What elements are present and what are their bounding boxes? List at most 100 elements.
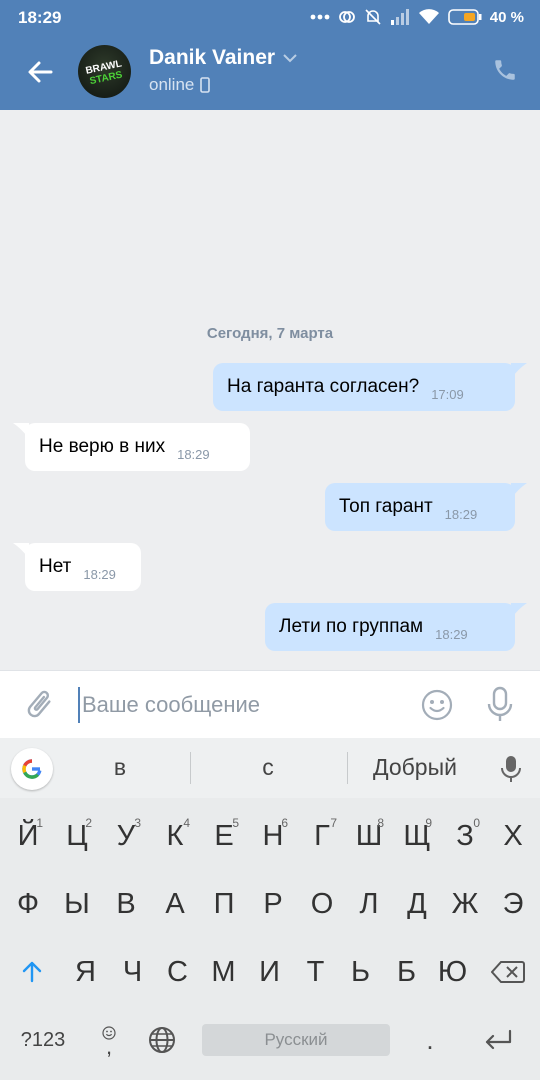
voice-record-button[interactable] [485, 686, 519, 724]
bubble-tail [511, 363, 527, 379]
shift-key[interactable] [4, 944, 60, 1000]
bubble-tail [13, 423, 29, 439]
key-hint: 9 [425, 816, 432, 830]
key-Ф[interactable]: Ф [4, 876, 52, 932]
key-З[interactable]: З0 [441, 808, 489, 864]
suggestion-3[interactable]: Добрый [360, 754, 470, 781]
date-separator: Сегодня, 7 марта [206, 325, 334, 342]
key-И[interactable]: И [246, 944, 293, 1000]
key-Й[interactable]: Й1 [4, 808, 52, 864]
emoji-button[interactable] [420, 688, 456, 724]
key-Ц[interactable]: Ц2 [53, 808, 101, 864]
status-bar: 18:29 40 % [0, 0, 540, 34]
key-П[interactable]: П [200, 876, 248, 932]
message-time: 18:29 [435, 626, 468, 642]
key-Л[interactable]: Л [345, 876, 393, 932]
key-hint: 7 [330, 816, 337, 830]
key-Н[interactable]: Н6 [249, 808, 297, 864]
key-Э[interactable]: Э [489, 876, 537, 932]
emoji-comma-key[interactable]: , [86, 1012, 132, 1068]
key-Я[interactable]: Я [62, 944, 109, 1000]
key-Ж[interactable]: Ж [441, 876, 489, 932]
google-icon[interactable] [11, 748, 53, 790]
globe-icon [149, 1027, 175, 1053]
key-hint: 5 [232, 816, 239, 830]
period-key[interactable]: . [408, 1012, 452, 1068]
contact-status-row: online [149, 75, 211, 95]
key-Ь[interactable]: Ь [337, 944, 384, 1000]
status-time: 18:29 [18, 8, 62, 27]
key-В[interactable]: В [102, 876, 150, 932]
key-Ш[interactable]: Ш8 [345, 808, 393, 864]
key-Щ[interactable]: Щ9 [393, 808, 441, 864]
key-hint: 3 [134, 816, 141, 830]
contact-status: online [149, 75, 195, 94]
key-С[interactable]: С [154, 944, 201, 1000]
key-hint: 8 [377, 816, 384, 830]
brawl-stars-logo: BRAWL STARS [85, 58, 124, 87]
key-hint: 4 [183, 816, 190, 830]
signal-icon [390, 9, 409, 25]
key-А[interactable]: А [151, 876, 199, 932]
key-Б[interactable]: Б [383, 944, 430, 1000]
message-time: 18:29 [177, 446, 210, 462]
key-Г[interactable]: Г7 [298, 808, 346, 864]
space-key[interactable]: Русский [202, 1024, 390, 1056]
key-label: Е [214, 819, 234, 852]
message-time: 18:29 [83, 566, 116, 582]
enter-arrow-icon [485, 1029, 512, 1050]
suggestion-2[interactable]: с [248, 754, 288, 781]
message-bubble-outgoing[interactable]: Топ гарант 18:29 [325, 483, 527, 531]
enter-key[interactable] [470, 1012, 526, 1068]
key-М[interactable]: М [200, 944, 247, 1000]
key-Ы[interactable]: Ы [53, 876, 101, 932]
key-label: У [116, 819, 136, 852]
key-Е[interactable]: Е5 [200, 808, 248, 864]
message-bubble-incoming[interactable]: Нет 18:29 [13, 543, 141, 591]
message-bubble-outgoing[interactable]: Лети по группам 18:29 [265, 603, 527, 651]
back-button[interactable] [20, 52, 60, 92]
key-О[interactable]: О [298, 876, 346, 932]
bubble-tail [13, 543, 29, 559]
microphone-icon[interactable] [500, 755, 522, 783]
key-У[interactable]: У3 [102, 808, 150, 864]
app-header: 18:29 40 % BRAWL STARS Danik Vainer onli… [0, 0, 540, 110]
key-Х[interactable]: Х [489, 808, 537, 864]
dots-icon [310, 14, 330, 20]
backspace-icon [491, 961, 525, 983]
divider [190, 752, 191, 784]
key-Т[interactable]: Т [292, 944, 339, 1000]
message-input[interactable] [78, 687, 398, 723]
key-К[interactable]: К4 [151, 808, 199, 864]
key-label: Й [17, 819, 39, 852]
key-Р[interactable]: Р [249, 876, 297, 932]
contact-name-row[interactable]: Danik Vainer [149, 46, 297, 70]
key-Ю[interactable]: Ю [429, 944, 476, 1000]
key-hint: 0 [473, 816, 480, 830]
language-key[interactable] [138, 1012, 186, 1068]
call-button[interactable] [492, 57, 520, 85]
message-text: Лети по группам [279, 616, 424, 637]
paperclip-icon [27, 690, 51, 718]
arrow-left-icon [28, 61, 53, 83]
key-Ч[interactable]: Ч [109, 944, 156, 1000]
message-text: Топ гарант [339, 496, 433, 517]
message-list[interactable]: Сегодня, 7 марта На гаранта согласен? 17… [0, 110, 540, 670]
suggestion-1[interactable]: в [100, 754, 140, 781]
message-bubble-incoming[interactable]: Не верю в них 18:29 [13, 423, 250, 471]
status-icons: 40 % [310, 6, 524, 28]
bubble-tail [511, 603, 527, 619]
message-bubble-outgoing[interactable]: На гаранта согласен? 17:09 [213, 363, 527, 411]
shift-arrow-icon [22, 961, 42, 983]
symbols-key[interactable]: ?123 [8, 1012, 78, 1068]
key-hint: 1 [36, 816, 43, 830]
battery-percent: 40 % [489, 8, 524, 26]
key-hint: 6 [281, 816, 288, 830]
key-Д[interactable]: Д [393, 876, 441, 932]
comma-label: , [105, 1034, 113, 1059]
chevron-down-icon [283, 53, 297, 62]
contact-name: Danik Vainer [149, 46, 276, 69]
backspace-key[interactable] [482, 944, 534, 1000]
attach-button[interactable] [22, 687, 58, 723]
avatar[interactable]: BRAWL STARS [78, 45, 131, 98]
